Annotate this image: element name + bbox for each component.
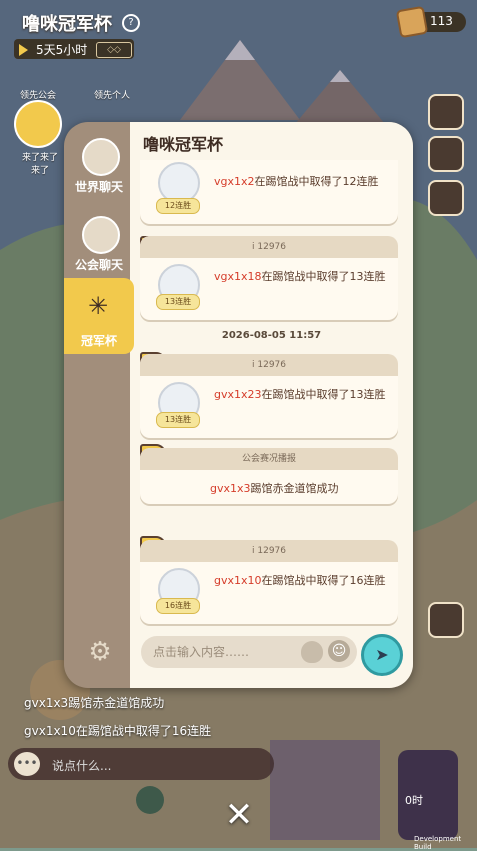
rank-icon[interactable] <box>428 94 464 130</box>
card-header: i 12976 <box>140 236 398 258</box>
tab-world-chat[interactable]: 世界聊天 <box>66 178 132 195</box>
gear-icon[interactable]: ⚙ <box>86 638 114 666</box>
info-icon[interactable]: ? <box>122 14 140 32</box>
chat-input-bar[interactable] <box>8 748 274 780</box>
card-header: i 12976 <box>140 540 398 562</box>
coin-count: 113 <box>430 14 453 28</box>
cat-emoji-icon[interactable] <box>301 641 323 663</box>
guild-name: 来了来了来了 <box>21 153 58 176</box>
send-icon[interactable]: ➤ <box>361 634 403 676</box>
streak-badge: 13连胜 <box>156 294 200 310</box>
card-header: i 12976 <box>140 354 398 376</box>
trophy-tab-icon: ✳ <box>87 292 109 320</box>
modal-title: 噜咪冠军杯 <box>143 135 224 154</box>
tab-champion-cup-label: 冠军杯 <box>80 334 117 348</box>
trophy-count: 0时 <box>405 794 423 807</box>
message-text: vgx1x18在踢馆战中取得了13连胜 <box>214 270 386 283</box>
list-item: 公会赛况播报 gvx1x3踢馆赤金道馆成功 <box>140 448 398 504</box>
chat-placeholder: 说点什么... <box>52 759 112 773</box>
event-title: 噜咪冠军杯 <box>22 14 112 35</box>
notes-icon[interactable] <box>428 180 464 216</box>
streak-badge: 16连胜 <box>156 598 200 614</box>
message-text: gvx1x10在踢馆战中取得了16连胜 <box>214 574 386 587</box>
streak-badge: 13连胜 <box>156 412 200 428</box>
play-icon <box>19 44 28 56</box>
list-item: i 12976 16连胜 gvx1x10在踢馆战中取得了16连胜 <box>140 540 398 624</box>
leading-player-label: 领先个人 <box>94 91 131 101</box>
message-list[interactable]: 12连胜 vgx1x2在踢馆战中取得了12连胜 i 12976 13连胜 vgx… <box>130 160 413 630</box>
planet-icon <box>82 138 120 176</box>
input-placeholder: 点击输入内容…… <box>153 645 250 659</box>
guild-shield-icon <box>82 216 120 254</box>
chat-icon[interactable]: ••• <box>14 752 40 776</box>
date-separator: 2026-08-05 11:57 <box>221 330 322 341</box>
tab-guild-chat[interactable]: 公会聊天 <box>66 256 132 273</box>
coin-icon <box>395 5 429 39</box>
list-item: 12连胜 vgx1x2在踢馆战中取得了12连胜 <box>140 160 398 224</box>
streak-badge: 12连胜 <box>156 198 200 214</box>
message-text: gvx1x23在踢馆战中取得了13连胜 <box>214 388 386 401</box>
feed-line: gvx1x3踢馆赤金道馆成功 <box>24 696 165 710</box>
countdown-timer: 5天5小时 <box>36 43 88 57</box>
close-icon[interactable]: ✕ <box>222 798 256 832</box>
feed-line: gvx1x10在踢馆战中取得了16连胜 <box>24 724 212 738</box>
message-text: vgx1x2在踢馆战中取得了12连胜 <box>214 175 379 188</box>
calendar-icon[interactable] <box>428 136 464 172</box>
list-item: i 12976 13连胜 vgx1x18在踢馆战中取得了13连胜 <box>140 236 398 320</box>
dev-build-label: Development Build <box>414 835 462 851</box>
logo-tag: ◇◇ <box>96 42 132 58</box>
list-item: i 12976 13连胜 gvx1x23在踢馆战中取得了13连胜 <box>140 354 398 438</box>
task-icon[interactable] <box>428 602 464 638</box>
smile-emoji-icon[interactable]: ☺ <box>328 640 350 662</box>
guild-avatar[interactable] <box>14 100 62 148</box>
card-header: 公会赛况播报 <box>140 448 398 470</box>
message-text: gvx1x3踢馆赤金道馆成功 <box>210 482 339 495</box>
